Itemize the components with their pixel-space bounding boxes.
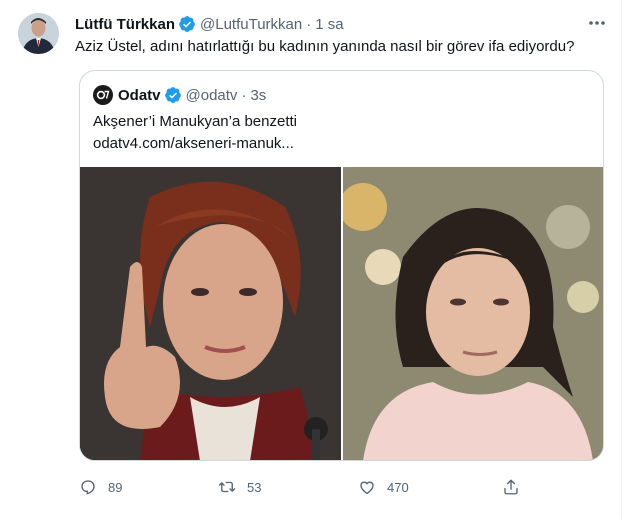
author-display-name[interactable]: Lütfü Türkkan (75, 16, 175, 33)
like-count: 470 (387, 479, 409, 495)
tweet-timestamp[interactable]: 1 sa (315, 16, 343, 33)
quoted-tweet-body: Akşener’i Manukyan’a benzetti odatv4.com… (93, 111, 297, 155)
more-icon (589, 21, 605, 25)
quoted-tweet-text: Akşener’i Manukyan’a benzetti (93, 113, 298, 130)
quoted-tweet-media[interactable] (80, 167, 603, 460)
retweet-icon (218, 481, 236, 493)
reply-count: 89 (108, 479, 123, 495)
author-avatar[interactable] (18, 13, 59, 54)
retweet-count: 53 (247, 479, 262, 495)
quoted-author-name: Odatv (118, 86, 161, 104)
quoted-author-handle: @odatv (185, 86, 238, 104)
share-button[interactable] (502, 478, 520, 496)
tweet-header: Lütfü Türkkan @LutfuTurkkan · 1 sa (75, 14, 344, 34)
more-options-button[interactable] (584, 13, 610, 33)
tweet-text: Aziz Üstel, adını hatırlattığı bu kadını… (75, 38, 575, 55)
tweet[interactable]: Lütfü Türkkan @LutfuTurkkan · 1 sa Aziz … (0, 0, 622, 519)
like-button[interactable]: 470 (358, 478, 409, 496)
verified-badge-icon (179, 16, 195, 32)
quoted-tweet-header: Odatv @odatv · 3s (93, 85, 266, 105)
media-photo-left[interactable] (80, 167, 341, 460)
reply-icon (81, 480, 95, 495)
media-photo-right[interactable] (342, 167, 603, 460)
quoted-author-avatar (93, 85, 113, 105)
quoted-tweet-link[interactable]: odatv4.com/akseneri-manuk... (93, 133, 297, 155)
verified-badge-icon (164, 87, 181, 103)
tweet-actions-bar: 89 53 470 (79, 476, 519, 498)
heart-icon (360, 481, 374, 495)
separator-dot: · (306, 15, 312, 33)
reply-button[interactable]: 89 (79, 478, 122, 496)
retweet-button[interactable]: 53 (218, 478, 261, 496)
quoted-tweet[interactable]: Odatv @odatv · 3s Akşener’i Manukyan’a b… (79, 70, 604, 461)
share-icon (504, 479, 518, 495)
separator-dot: · (241, 86, 247, 104)
author-handle[interactable]: @LutfuTurkkan (200, 16, 302, 33)
quoted-tweet-timestamp: 3s (250, 86, 267, 104)
